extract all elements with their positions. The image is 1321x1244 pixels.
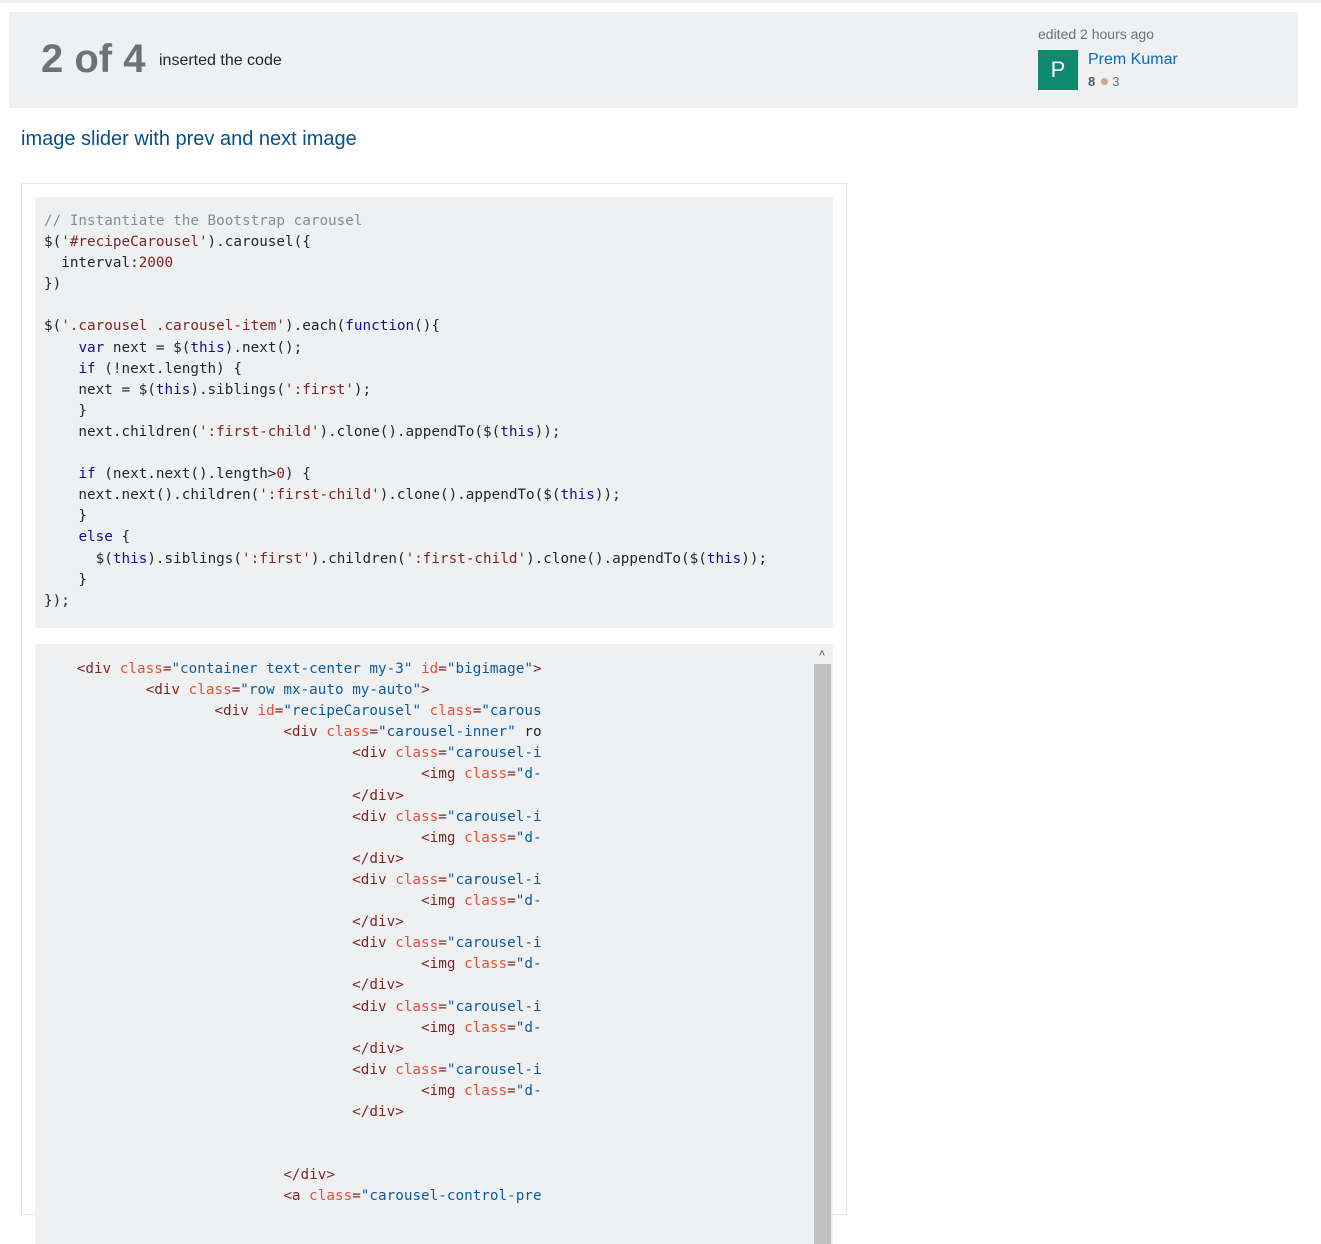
user-avatar[interactable]: P [1038,50,1078,90]
code-block-html[interactable]: <div class="container text-center my-3" … [35,644,833,1244]
vertical-scrollbar[interactable]: ˄ [813,644,831,1244]
code-content: // Instantiate the Bootstrap carousel $(… [44,213,768,609]
reputation-score: 8 [1088,74,1096,89]
revision-header: 2 of 4 inserted the code edited 2 hours … [9,12,1298,108]
bronze-badge-count: 3 [1112,74,1120,89]
code-content: <div class="container text-center my-3" … [76,661,542,1205]
bronze-badge-icon [1101,78,1109,85]
avatar-letter: P [1050,57,1066,82]
user-stats: 8 3 [1088,74,1119,89]
post-title[interactable]: image slider with prev and next image [21,128,357,151]
code-block-javascript[interactable]: // Instantiate the Bootstrap carousel $(… [35,197,833,628]
revision-number: 2 of 4 [41,37,146,81]
code-viewport: <div class="container text-center my-3" … [35,644,813,1244]
revision-comment: inserted the code [159,52,282,69]
scrollbar-thumb[interactable] [814,664,831,1244]
user-name-link[interactable]: Prem Kumar [1088,51,1178,69]
top-border [0,0,1321,3]
edit-timestamp[interactable]: edited 2 hours ago [1038,26,1154,42]
chevron-up-icon[interactable]: ˄ [813,644,831,664]
